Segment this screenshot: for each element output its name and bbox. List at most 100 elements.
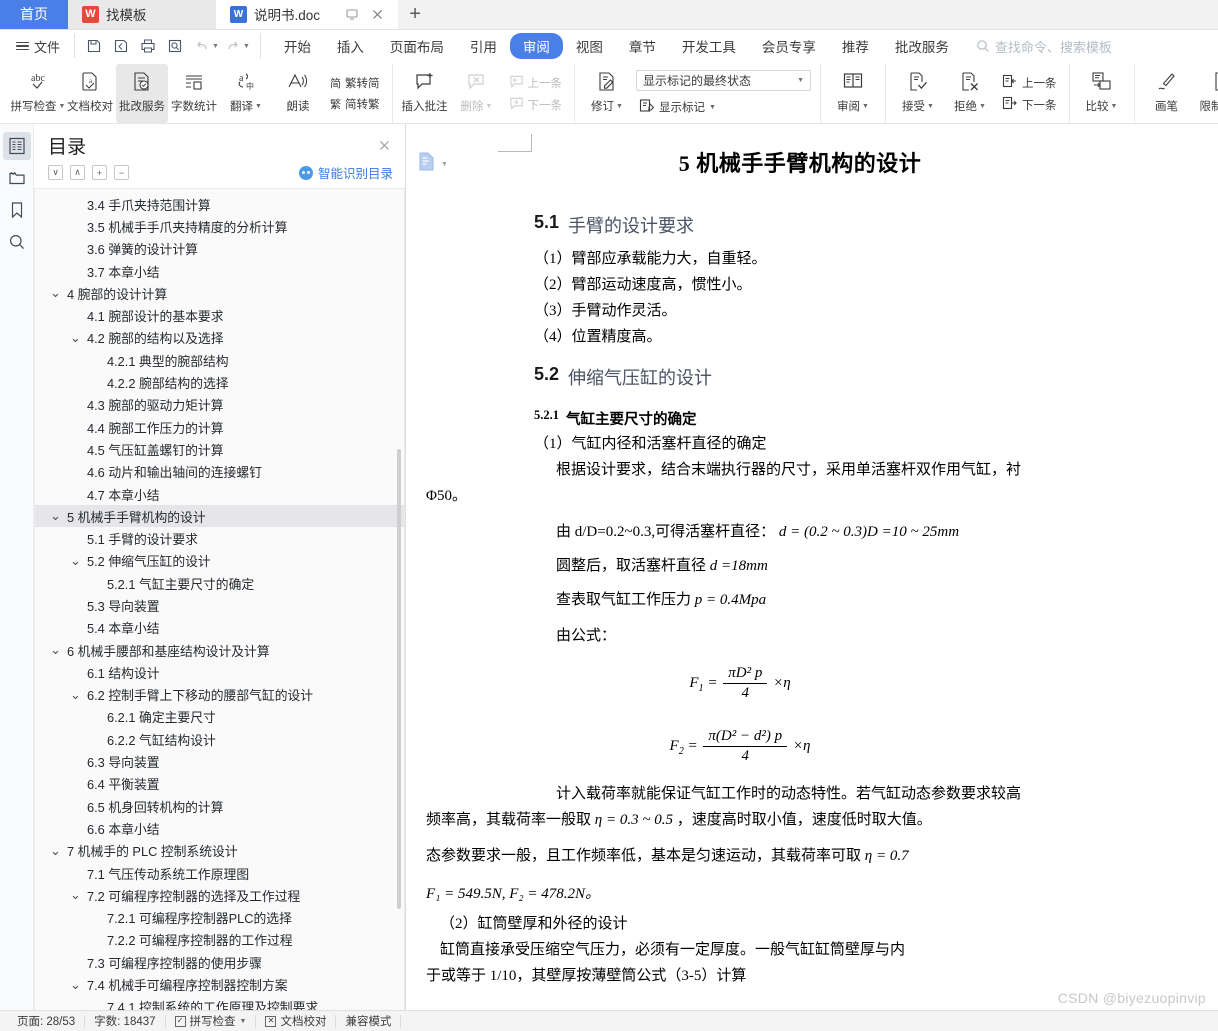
toc-item[interactable]: ⌄ 4 腕部的设计计算 <box>35 282 404 304</box>
reject-change-button[interactable]: 拒绝 ▼ <box>944 64 996 123</box>
toc-item[interactable]: ⌄ 6 机械手腰部和基座结构设计及计算 <box>35 639 404 661</box>
toc-item[interactable]: 5.2.1 气缸主要尺寸的确定 <box>35 572 404 594</box>
menu-tab-chapters[interactable]: 章节 <box>616 33 669 59</box>
toc-item[interactable]: 7.2.1 可编程序控制器PLC的选择 <box>35 907 404 929</box>
chevron-down-icon[interactable]: ▼ <box>255 103 262 110</box>
tab-home[interactable]: 首页 <box>0 0 68 29</box>
toc-item[interactable]: 5.4 本章小结 <box>35 617 404 639</box>
chevron-down-icon[interactable]: ⌄ <box>49 509 62 522</box>
toc-item[interactable]: 7.1 气压传动系统工作原理图 <box>35 862 404 884</box>
document-proof-button[interactable]: a 文档校对 <box>64 64 116 123</box>
chevron-down-icon[interactable]: ▼ <box>441 161 448 168</box>
print-preview-icon[interactable] <box>162 34 188 58</box>
toc-item[interactable]: 7.4.1 控制系统的工作原理及控制要求 <box>35 996 404 1010</box>
collapse-down-icon[interactable]: ∨ <box>48 165 63 180</box>
simp-to-trad-button[interactable]: 繁 简转繁 <box>327 95 383 113</box>
menu-tab-review[interactable]: 审阅 <box>509 33 563 59</box>
chevron-down-icon[interactable]: ▼ <box>862 103 869 110</box>
track-changes-button[interactable]: 修订 ▼ <box>581 64 633 123</box>
toc-item[interactable]: 4.6 动片和输出轴间的连接螺钉 <box>35 461 404 483</box>
toc-item[interactable]: 6.3 导向装置 <box>35 750 404 772</box>
toc-item[interactable]: ⌄ 4.2 腕部的结构以及选择 <box>35 327 404 349</box>
word-count-button[interactable]: 字数统计 <box>168 64 220 123</box>
translate-button[interactable]: a中 翻译 ▼ <box>220 64 272 123</box>
markup-display-dropdown[interactable]: 显示标记的最终状态 ▼ <box>636 70 811 91</box>
menu-tab-insert[interactable]: 插入 <box>324 33 377 59</box>
chevron-down-icon[interactable]: ▼ <box>1111 103 1118 110</box>
toc-item[interactable]: 5.1 手臂的设计要求 <box>35 527 404 549</box>
new-tab-button[interactable]: + <box>398 0 432 29</box>
search-panel-icon[interactable] <box>3 228 31 256</box>
status-spellcheck[interactable]: ✓ 拼写检查 ▼ <box>166 1014 257 1028</box>
insert-comment-button[interactable]: 插入批注 <box>399 64 451 123</box>
toc-item[interactable]: 4.7 本章小结 <box>35 483 404 505</box>
toc-item[interactable]: ⌄ 7.2 可编程序控制器的选择及工作过程 <box>35 884 404 906</box>
customize-qat-caret-icon[interactable]: ▼ <box>243 43 250 50</box>
tab-document[interactable]: W 说明书.doc <box>216 0 399 29</box>
chevron-down-icon[interactable]: ▼ <box>240 1018 247 1025</box>
toc-item[interactable]: ⌄ 7.4 机械手可编程序控制器控制方案 <box>35 973 404 995</box>
toc-item[interactable]: 7.3 可编程序控制器的使用步骤 <box>35 951 404 973</box>
chevron-down-icon[interactable]: ⌄ <box>69 978 82 991</box>
chevron-down-icon[interactable]: ⌄ <box>69 888 82 901</box>
save-icon[interactable] <box>81 34 107 58</box>
toc-item[interactable]: 3.4 手爪夹持范围计算 <box>35 193 404 215</box>
next-change-button[interactable]: 下一条 <box>999 95 1060 114</box>
tab-find-template[interactable]: W 找模板 <box>68 0 216 29</box>
toc-item[interactable]: 6.4 平衡装置 <box>35 773 404 795</box>
close-icon[interactable] <box>375 137 393 155</box>
read-aloud-button[interactable]: 朗读 <box>272 64 324 123</box>
chevron-down-icon[interactable]: ▼ <box>709 104 716 111</box>
expand-all-icon[interactable]: + <box>92 165 107 180</box>
command-search[interactable]: 查找命令、搜索模板 <box>976 37 1112 56</box>
chevron-down-icon[interactable]: ⌄ <box>69 554 82 567</box>
file-menu-button[interactable]: 文件 <box>8 34 68 58</box>
menu-tab-references[interactable]: 引用 <box>457 33 510 59</box>
toc-item[interactable]: ⌄ 6.2 控制手臂上下移动的腰部气缸的设计 <box>35 684 404 706</box>
toc-item[interactable]: ⌄ 5 机械手手臂机构的设计 <box>35 505 404 528</box>
thumbnail-panel-icon[interactable] <box>3 164 31 192</box>
status-compat-mode[interactable]: 兼容模式 <box>336 1014 402 1028</box>
print-icon[interactable] <box>135 34 161 58</box>
menu-tab-start[interactable]: 开始 <box>271 33 324 59</box>
menu-tab-recommend[interactable]: 推荐 <box>829 33 882 59</box>
smart-recognize-toc-button[interactable]: 智能识别目录 <box>298 163 393 182</box>
menu-tab-page-layout[interactable]: 页面布局 <box>377 33 457 59</box>
menu-tab-dev-tools[interactable]: 开发工具 <box>669 33 749 59</box>
status-word-count[interactable]: 字数: 18437 <box>85 1014 166 1028</box>
toc-item[interactable]: 6.2.1 确定主要尺寸 <box>35 706 404 728</box>
menu-tab-correction-service[interactable]: 批改服务 <box>882 33 962 59</box>
toc-item[interactable]: ⌄ 7 机械手的 PLC 控制系统设计 <box>35 840 404 862</box>
save-as-icon[interactable] <box>108 34 134 58</box>
previous-comment-button[interactable]: 上一条 <box>506 73 566 92</box>
previous-change-button[interactable]: 上一条 <box>999 73 1060 92</box>
correction-service-button[interactable]: 批改服务 <box>116 64 168 123</box>
trad-to-simp-button[interactable]: 简 繁转简 <box>327 74 383 92</box>
toc-item[interactable]: 6.2.2 气缸结构设计 <box>35 728 404 750</box>
undo-caret-icon[interactable]: ▼ <box>212 43 219 50</box>
status-page[interactable]: 页面: 28/53 <box>8 1014 86 1028</box>
accept-change-button[interactable]: 接受 ▼ <box>892 64 944 123</box>
next-comment-button[interactable]: 下一条 <box>506 95 566 114</box>
chevron-down-icon[interactable]: ⌄ <box>49 643 62 656</box>
chevron-down-icon[interactable]: ⌄ <box>69 331 82 344</box>
show-markup-button[interactable]: 显示标记 ▼ <box>636 97 811 117</box>
close-icon[interactable] <box>371 8 384 21</box>
outline-scrollbar[interactable] <box>397 449 401 909</box>
toc-item[interactable]: 7.2.2 可编程序控制器的工作过程 <box>35 929 404 951</box>
outline-panel-icon[interactable] <box>2 132 31 160</box>
brush-pen-button[interactable]: 画笔 <box>1141 64 1193 123</box>
chevron-down-icon[interactable]: ▼ <box>616 103 623 110</box>
chevron-down-icon[interactable]: ▼ <box>979 103 986 110</box>
document-page[interactable]: ▼ 5 机械手手臂机构的设计 5.1 手臂的设计要求 （1）臂部应承载能力大，自… <box>406 124 1218 1010</box>
bookmark-panel-icon[interactable] <box>3 196 31 224</box>
reviewing-pane-button[interactable]: 审阅 ▼ <box>827 64 879 123</box>
toc-item[interactable]: 5.3 导向装置 <box>35 594 404 616</box>
outline-list[interactable]: 3.4 手爪夹持范围计算 3.5 机械手手爪夹持精度的分析计算 3.6 弹簧的设计计… <box>34 188 405 1010</box>
toc-item[interactable]: 3.5 机械手手爪夹持精度的分析计算 <box>35 215 404 237</box>
toc-item[interactable]: 4.2.2 腕部结构的选择 <box>35 371 404 393</box>
collapse-all-icon[interactable]: − <box>114 165 129 180</box>
compare-button[interactable]: 比较 ▼ <box>1076 64 1128 123</box>
restrict-edit-button[interactable]: 限制编辑 <box>1193 64 1218 123</box>
status-proofread[interactable]: ✕ 文档校对 <box>256 1014 337 1028</box>
